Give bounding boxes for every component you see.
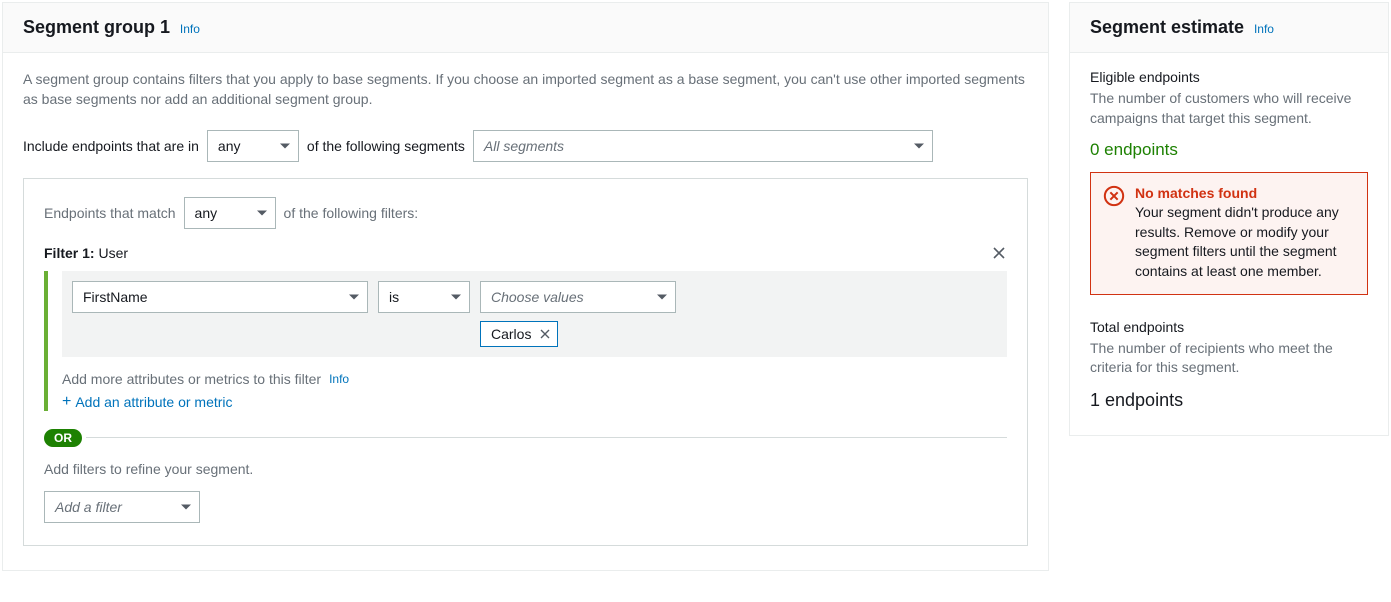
add-more-attributes-text: Add more attributes or metrics to this f… <box>62 371 321 387</box>
caret-down-icon <box>280 143 290 148</box>
segment-estimate-info-link[interactable]: Info <box>1254 22 1274 36</box>
total-endpoints-desc: The number of recipients who meet the cr… <box>1090 339 1368 378</box>
remove-filter-icon[interactable] <box>991 245 1007 261</box>
match-suffix: of the following filters: <box>284 205 419 221</box>
plus-icon: + <box>62 393 71 411</box>
segments-select[interactable]: All segments <box>473 130 933 162</box>
remove-tag-icon[interactable] <box>539 328 551 340</box>
segment-group-title: Segment group 1 <box>23 17 170 37</box>
include-suffix: of the following segments <box>307 138 465 154</box>
segment-group-card: Segment group 1 Info A segment group con… <box>2 2 1049 571</box>
no-matches-alert: No matches found Your segment didn't pro… <box>1090 172 1368 294</box>
include-mode-value: any <box>218 138 241 154</box>
alert-title: No matches found <box>1135 185 1355 201</box>
value-tag: Carlos <box>480 321 558 347</box>
filter-accent-bar <box>44 271 48 411</box>
caret-down-icon <box>914 143 924 148</box>
eligible-endpoints-desc: The number of customers who will receive… <box>1090 89 1368 128</box>
include-prefix: Include endpoints that are in <box>23 138 199 154</box>
caret-down-icon <box>349 294 359 299</box>
alert-text: Your segment didn't produce any results.… <box>1135 203 1355 281</box>
add-more-attributes-info[interactable]: Info <box>329 372 349 386</box>
segment-estimate-title: Segment estimate <box>1090 17 1244 37</box>
add-filter-placeholder: Add a filter <box>55 499 122 515</box>
match-mode-value: any <box>195 205 218 221</box>
refine-help-text: Add filters to refine your segment. <box>44 461 1007 477</box>
caret-down-icon <box>257 210 267 215</box>
match-row: Endpoints that match any of the followin… <box>44 197 1007 229</box>
total-endpoints-count: 1 endpoints <box>1090 390 1368 411</box>
include-row: Include endpoints that are in any of the… <box>23 130 1028 162</box>
operator-value: is <box>389 289 399 305</box>
attribute-value: FirstName <box>83 289 148 305</box>
eligible-endpoints-count: 0 endpoints <box>1090 140 1368 160</box>
add-attribute-label: Add an attribute or metric <box>75 394 232 410</box>
value-tag-text: Carlos <box>491 326 531 342</box>
choose-values-select[interactable]: Choose values <box>480 281 676 313</box>
divider-line <box>86 437 1007 438</box>
filter-1: Filter 1: User <box>44 245 1007 523</box>
segment-estimate-card: Segment estimate Info Eligible endpoints… <box>1069 2 1389 436</box>
filter-criteria-panel: FirstName is <box>62 271 1007 357</box>
segment-group-description: A segment group contains filters that yo… <box>23 69 1028 110</box>
eligible-endpoints-heading: Eligible endpoints <box>1090 69 1368 85</box>
filter-1-label-type: User <box>98 245 128 261</box>
choose-values-placeholder: Choose values <box>491 289 584 305</box>
add-filter-select[interactable]: Add a filter <box>44 491 200 523</box>
segment-group-header: Segment group 1 Info <box>3 3 1048 53</box>
filter-1-label-prefix: Filter 1: <box>44 245 95 261</box>
error-icon <box>1103 185 1125 207</box>
add-attribute-link[interactable]: + Add an attribute or metric <box>62 393 233 411</box>
match-prefix: Endpoints that match <box>44 205 176 221</box>
caret-down-icon <box>657 294 667 299</box>
segments-placeholder: All segments <box>484 138 564 154</box>
segment-estimate-header: Segment estimate Info <box>1070 3 1388 53</box>
operator-select[interactable]: is <box>378 281 470 313</box>
or-badge: OR <box>44 429 82 447</box>
or-divider: OR <box>44 429 1007 447</box>
include-mode-select[interactable]: any <box>207 130 299 162</box>
caret-down-icon <box>181 504 191 509</box>
total-endpoints-heading: Total endpoints <box>1090 319 1368 335</box>
attribute-select[interactable]: FirstName <box>72 281 368 313</box>
caret-down-icon <box>451 294 461 299</box>
match-mode-select[interactable]: any <box>184 197 276 229</box>
filter-1-title: Filter 1: User <box>44 245 128 261</box>
segment-group-info-link[interactable]: Info <box>180 22 200 36</box>
filters-box: Endpoints that match any of the followin… <box>23 178 1028 546</box>
